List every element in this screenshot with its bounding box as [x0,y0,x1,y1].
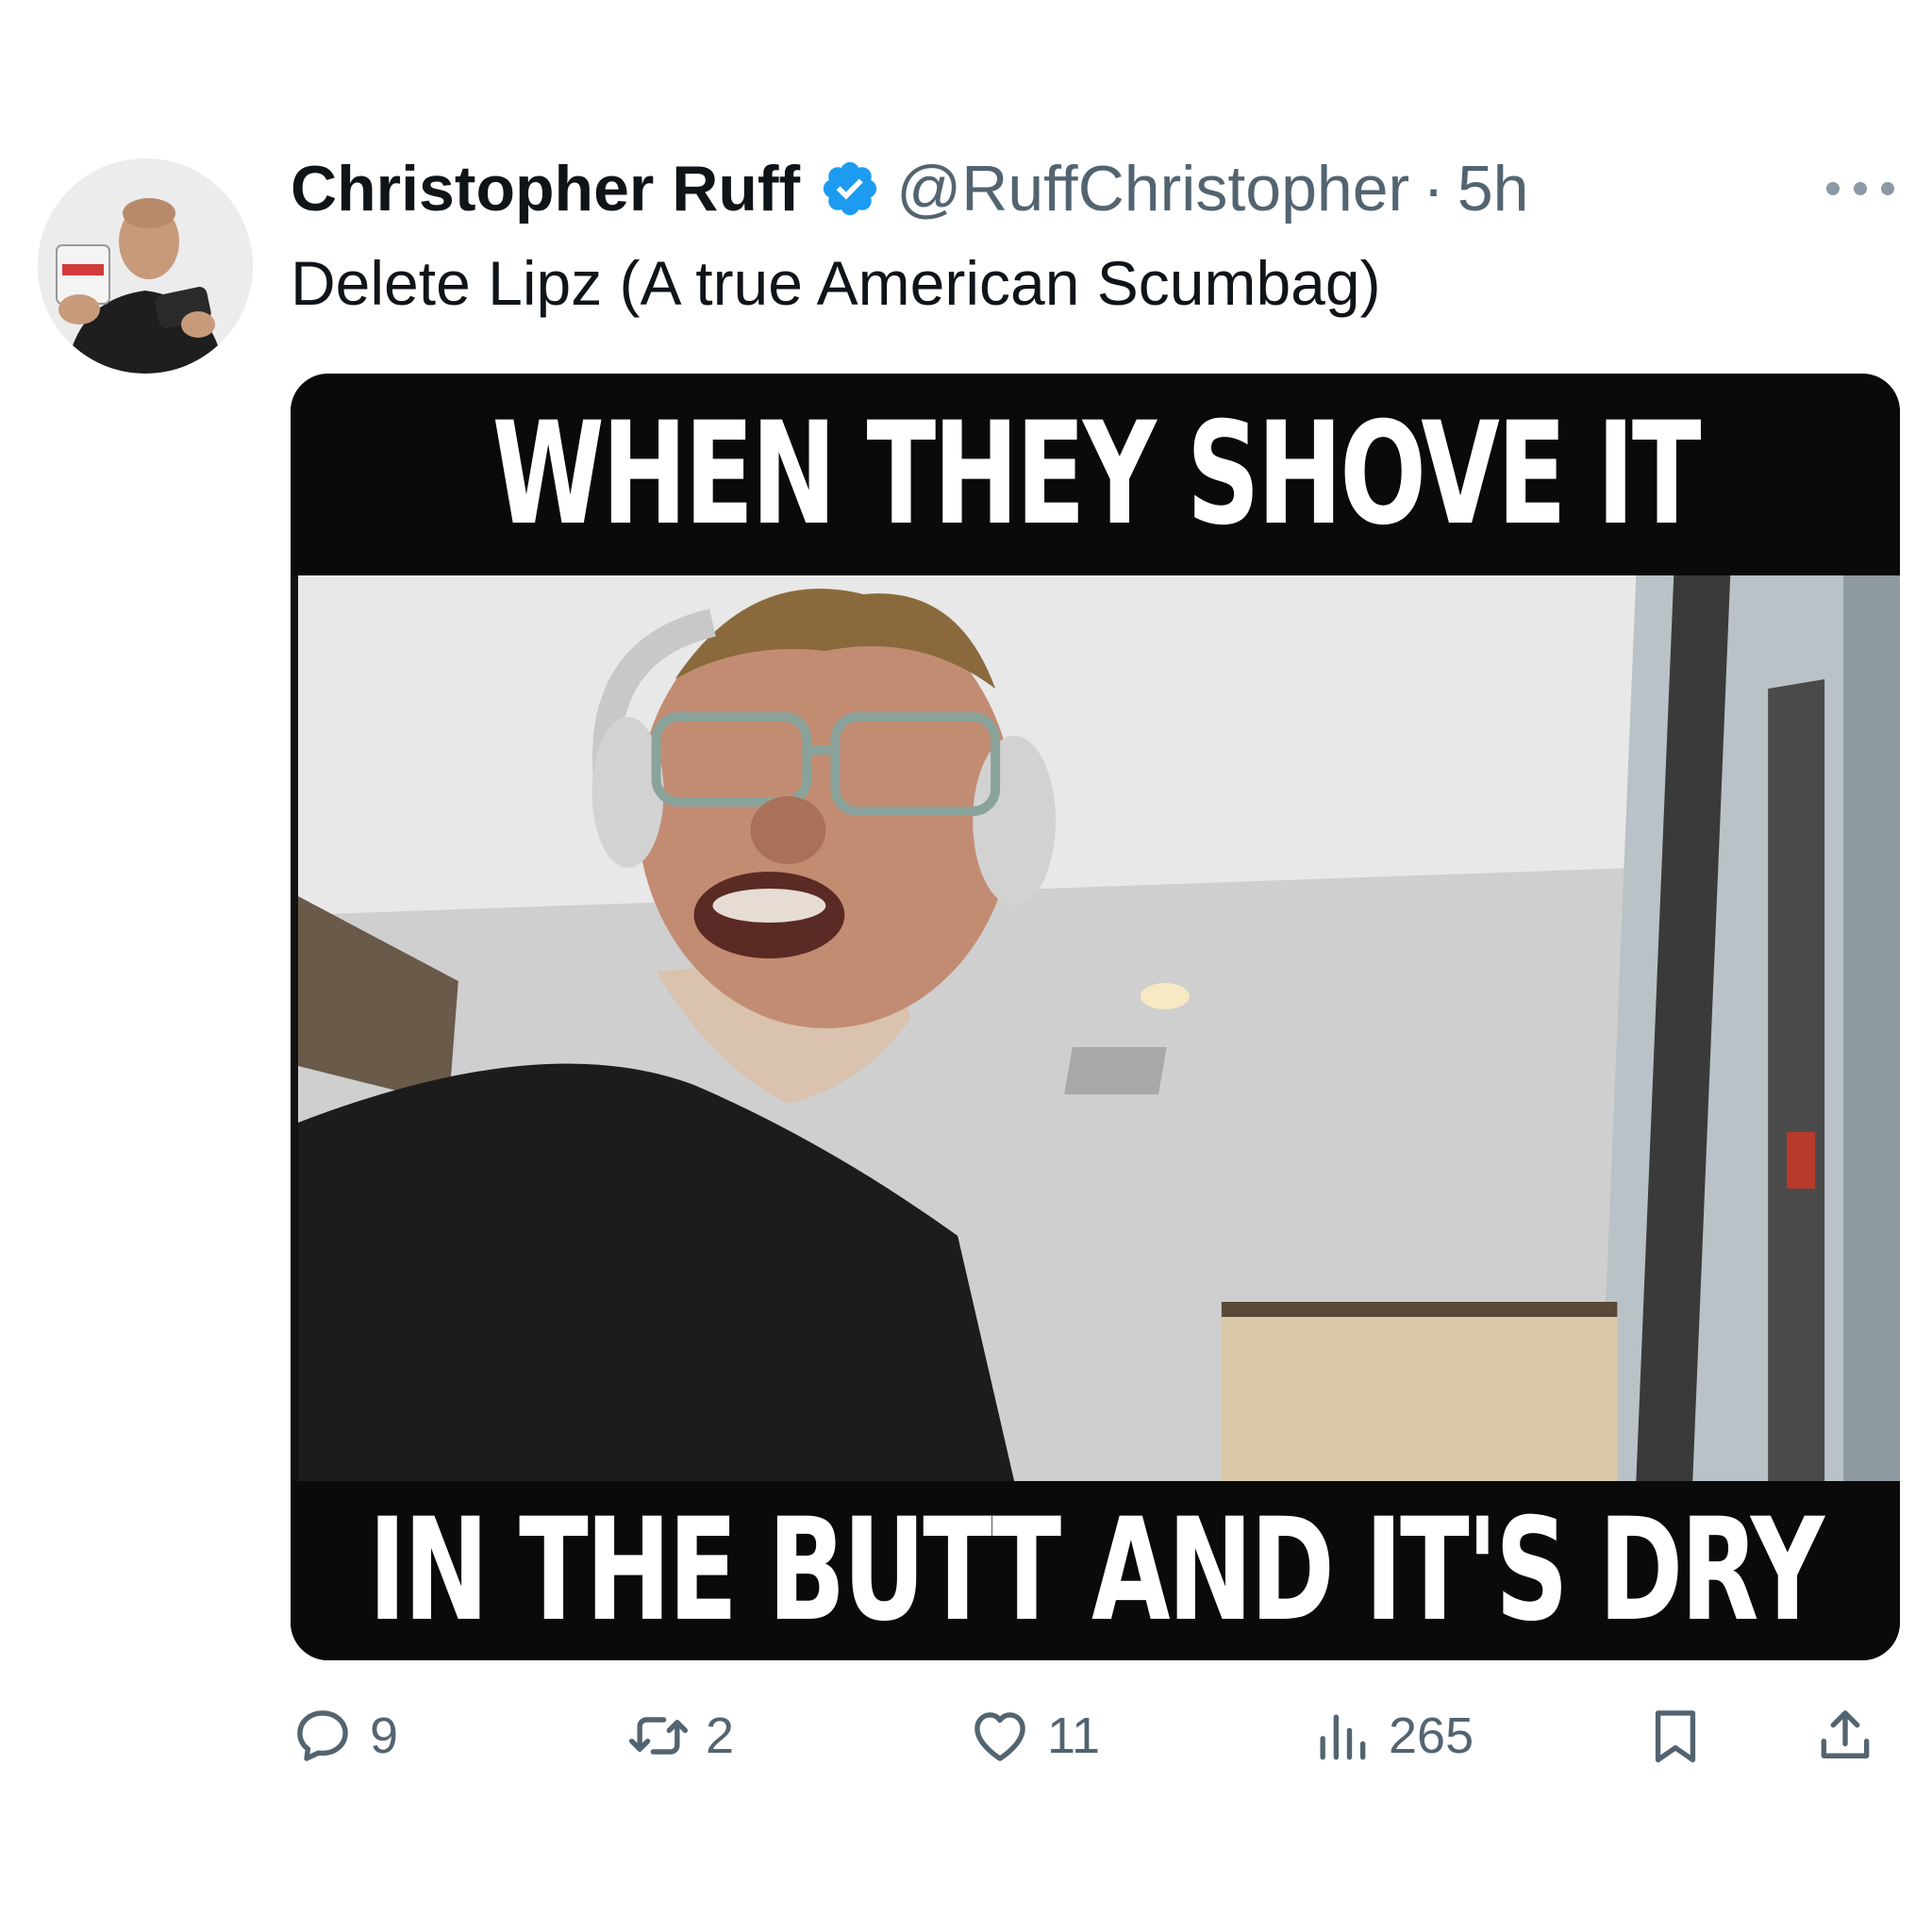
retweet-button[interactable]: 2 [626,1698,734,1774]
tweet-action-bar: 9 2 11 265 [291,1698,1900,1774]
views-chart-icon [1320,1714,1366,1760]
author-avatar[interactable] [38,158,253,374]
views-button[interactable]: 265 [1309,1698,1474,1774]
tweet-media[interactable]: WHEN THEY SHOVE IT IN THE BUTT AND IT'S … [291,374,1900,1660]
avatar-photo [38,158,253,374]
share-icon [1821,1710,1870,1758]
meme-caption-top: WHEN THEY SHOVE IT [491,392,1702,557]
more-options-icon[interactable] [1826,170,1894,208]
tweet-text: Delete Lipz (A true American Scumbag) [291,248,1381,318]
meme-photo [298,575,1900,1481]
tweet-timestamp[interactable]: 5h [1457,152,1529,225]
meme-caption-bottom-bar: IN THE BUTT AND IT'S DRY [291,1481,1900,1660]
header-separator: · [1423,153,1444,225]
reply-icon [297,1710,348,1761]
share-button[interactable] [1813,1698,1877,1774]
author-handle[interactable]: @RuffChristopher [896,152,1409,225]
like-button[interactable]: 11 [968,1698,1100,1774]
reply-button[interactable]: 9 [291,1698,398,1774]
retweet-icon [628,1717,689,1755]
reply-count: 9 [370,1707,399,1764]
views-count: 265 [1389,1707,1474,1764]
like-count: 11 [1047,1707,1101,1764]
bookmark-icon [1655,1710,1696,1763]
heart-icon [974,1712,1025,1761]
retweet-count: 2 [706,1707,735,1764]
tweet-header: Christopher Ruff @RuffChristopher · 5h [291,151,1528,226]
meme-caption-top-bar: WHEN THEY SHOVE IT [291,374,1900,575]
author-display-name[interactable]: Christopher Ruff [291,152,800,225]
meme-caption-bottom: IN THE BUTT AND IT'S DRY [368,1489,1824,1653]
verified-badge-icon[interactable] [819,158,881,220]
bookmark-button[interactable] [1643,1698,1707,1774]
